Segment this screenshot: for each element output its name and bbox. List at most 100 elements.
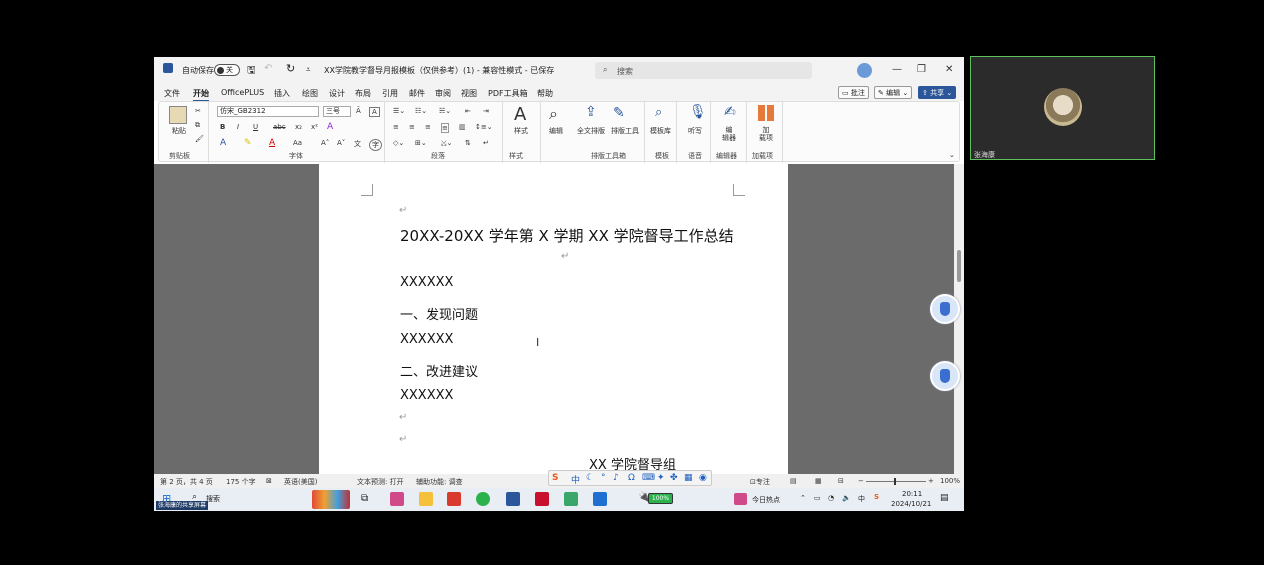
tab-pdf-toolbox[interactable]: PDF工具箱 bbox=[488, 88, 528, 99]
show-marks-icon[interactable]: ↵ bbox=[483, 139, 489, 147]
tab-layout[interactable]: 布局 bbox=[355, 88, 371, 99]
superscript-button[interactable]: x² bbox=[311, 123, 318, 131]
document-title[interactable]: 20XX-20XX 学年第 X 学期 XX 学院督导工作总结 bbox=[400, 225, 734, 246]
tab-view[interactable]: 视图 bbox=[461, 88, 477, 99]
search-highlight-image[interactable] bbox=[312, 490, 350, 509]
template-lib-icon[interactable]: ⌕ bbox=[655, 105, 662, 120]
shading-icon[interactable]: ◇⌄ bbox=[393, 139, 404, 147]
undo-icon[interactable]: ↶ bbox=[264, 63, 272, 74]
news-label[interactable]: 今日热点 bbox=[752, 495, 780, 505]
bullets-icon[interactable]: ☰⌄ bbox=[393, 107, 405, 115]
full-typeset-label[interactable]: 全文排版 bbox=[577, 126, 605, 136]
zoom-out-button[interactable]: − bbox=[858, 477, 864, 485]
typeset-tools-label[interactable]: 排版工具 bbox=[611, 126, 639, 136]
grid-icon[interactable]: ▦ bbox=[684, 473, 693, 483]
underline-button[interactable]: U bbox=[253, 123, 258, 131]
tab-design[interactable]: 设计 bbox=[329, 88, 345, 99]
microphone-icon[interactable]: 🎙 bbox=[689, 104, 707, 120]
app-icon-1[interactable] bbox=[390, 492, 404, 506]
skin-icon[interactable]: ✦ bbox=[657, 473, 665, 483]
italic-button[interactable]: I bbox=[237, 123, 239, 131]
close-icon[interactable]: ✕ bbox=[945, 64, 953, 75]
font-name-select[interactable]: 仿宋_GB2312 bbox=[217, 106, 319, 117]
typeset-tools-icon[interactable]: ✎ bbox=[613, 105, 625, 121]
numbering-icon[interactable]: ☷⌄ bbox=[415, 107, 427, 115]
full-typeset-icon[interactable]: ⇪ bbox=[585, 104, 597, 120]
subscript-button[interactable]: x₂ bbox=[295, 123, 302, 131]
font-color-icon[interactable]: A bbox=[269, 138, 275, 148]
clock-time[interactable]: 20:11 bbox=[902, 490, 922, 498]
wifi-icon[interactable]: ◔ bbox=[828, 494, 834, 502]
ime-toolbar[interactable]: S 中 ☾ ° ♪ Ω ⌨ ✦ ✤ ▦ ◉ bbox=[548, 470, 712, 486]
font-grow-icon[interactable]: Ā bbox=[356, 107, 361, 115]
tab-insert[interactable]: 插入 bbox=[274, 88, 290, 99]
decrease-indent-icon[interactable]: ⇤ bbox=[465, 107, 471, 115]
omega-icon[interactable]: Ω bbox=[628, 473, 635, 483]
tab-review[interactable]: 审阅 bbox=[435, 88, 451, 99]
copy-icon[interactable]: ⧉ bbox=[195, 121, 200, 130]
share-button[interactable]: ⇪ 共享 ⌄ bbox=[918, 86, 957, 99]
dictate-label[interactable]: 听写 bbox=[688, 126, 702, 136]
borders-icon[interactable]: ⊞⌄ bbox=[415, 139, 427, 147]
grow-font-button[interactable]: A˄ bbox=[321, 139, 329, 147]
search-box[interactable]: ⌕ 搜索 bbox=[595, 62, 812, 79]
keyboard-icon[interactable]: ⌨ bbox=[642, 473, 655, 483]
account-avatar[interactable] bbox=[857, 63, 872, 78]
zoom-slider-handle[interactable] bbox=[894, 478, 896, 485]
increase-indent-icon[interactable]: ⇥ bbox=[483, 107, 489, 115]
notification-icon[interactable]: ▤ bbox=[940, 493, 949, 503]
align-right-icon[interactable]: ≡ bbox=[425, 123, 431, 131]
document-heading[interactable]: 二、改进建议 bbox=[400, 361, 478, 380]
shrink-font-button[interactable]: A˅ bbox=[337, 139, 345, 147]
document-heading[interactable]: 一、发现问题 bbox=[400, 304, 478, 323]
document-line[interactable]: XXXXXX bbox=[400, 275, 453, 290]
phonetic-guide-icon[interactable]: 文 bbox=[354, 139, 361, 149]
cut-icon[interactable]: ✂ bbox=[195, 107, 201, 115]
floating-assistant-button[interactable] bbox=[930, 361, 960, 391]
punctuation-icon[interactable]: ° bbox=[601, 473, 606, 483]
participant-video-tile[interactable]: 张海康 bbox=[970, 56, 1155, 160]
addins-label[interactable]: 加 载项 bbox=[759, 126, 773, 142]
editor-label[interactable]: 编 辑器 bbox=[722, 126, 736, 142]
more-icon[interactable]: ◉ bbox=[699, 473, 707, 483]
page-count[interactable]: 第 2 页，共 4 页 bbox=[160, 477, 213, 487]
editing-mode-button[interactable]: ✎ 编辑 ⌄ bbox=[874, 86, 913, 99]
volume-icon[interactable]: 🔈 bbox=[842, 494, 851, 502]
paste-icon[interactable] bbox=[169, 106, 187, 124]
ribbon-collapse-icon[interactable]: ⌄ bbox=[949, 151, 955, 159]
highlight-color-icon[interactable]: ✎ bbox=[244, 138, 252, 148]
sogou-tray-icon[interactable]: S bbox=[874, 493, 879, 501]
chinese-layout-icon[interactable]: ⤩⌄ bbox=[441, 139, 452, 148]
bold-button[interactable]: B bbox=[220, 123, 225, 131]
pdf-icon[interactable] bbox=[535, 492, 549, 506]
document-line[interactable]: XXXXXX bbox=[400, 388, 453, 403]
word-taskbar-icon[interactable] bbox=[506, 492, 520, 506]
sort-icon[interactable]: ⇅ bbox=[465, 139, 471, 147]
text-prediction[interactable]: 文本预测: 打开 bbox=[357, 477, 404, 487]
align-center-icon[interactable]: ≡ bbox=[409, 123, 415, 131]
ime-indicator[interactable]: 中 bbox=[858, 494, 865, 504]
tab-home[interactable]: 开始 bbox=[193, 88, 209, 102]
addins-icon[interactable] bbox=[758, 105, 774, 121]
tools-icon[interactable]: ✤ bbox=[670, 473, 678, 483]
autosave-toggle[interactable]: 关 bbox=[214, 64, 240, 76]
document-line[interactable]: XXXXXX bbox=[400, 332, 453, 347]
text-effects-icon[interactable]: A bbox=[327, 122, 333, 132]
multilevel-list-icon[interactable]: ☵⌄ bbox=[439, 107, 451, 115]
zoom-in-button[interactable]: + bbox=[928, 477, 934, 485]
tray-chevron-icon[interactable]: ⌃ bbox=[800, 494, 806, 502]
restore-icon[interactable]: ❐ bbox=[917, 64, 926, 75]
tab-references[interactable]: 引用 bbox=[382, 88, 398, 99]
distributed-icon[interactable]: ▥ bbox=[459, 123, 466, 131]
justify-icon[interactable]: ≡ bbox=[441, 123, 449, 133]
tab-help[interactable]: 帮助 bbox=[537, 88, 553, 99]
redo-icon[interactable]: ↻ bbox=[286, 62, 295, 75]
text-highlight-icon[interactable]: A bbox=[220, 138, 226, 148]
scrollbar-thumb[interactable] bbox=[957, 250, 961, 282]
strikethrough-button[interactable]: abc bbox=[273, 123, 286, 131]
language[interactable]: 英语(美国) bbox=[284, 477, 317, 487]
styles-icon[interactable]: A bbox=[514, 104, 526, 125]
clear-format-icon[interactable]: A bbox=[369, 107, 380, 117]
find-icon[interactable]: ⌕ bbox=[549, 104, 558, 124]
print-layout-icon[interactable]: ▦ bbox=[815, 477, 822, 485]
